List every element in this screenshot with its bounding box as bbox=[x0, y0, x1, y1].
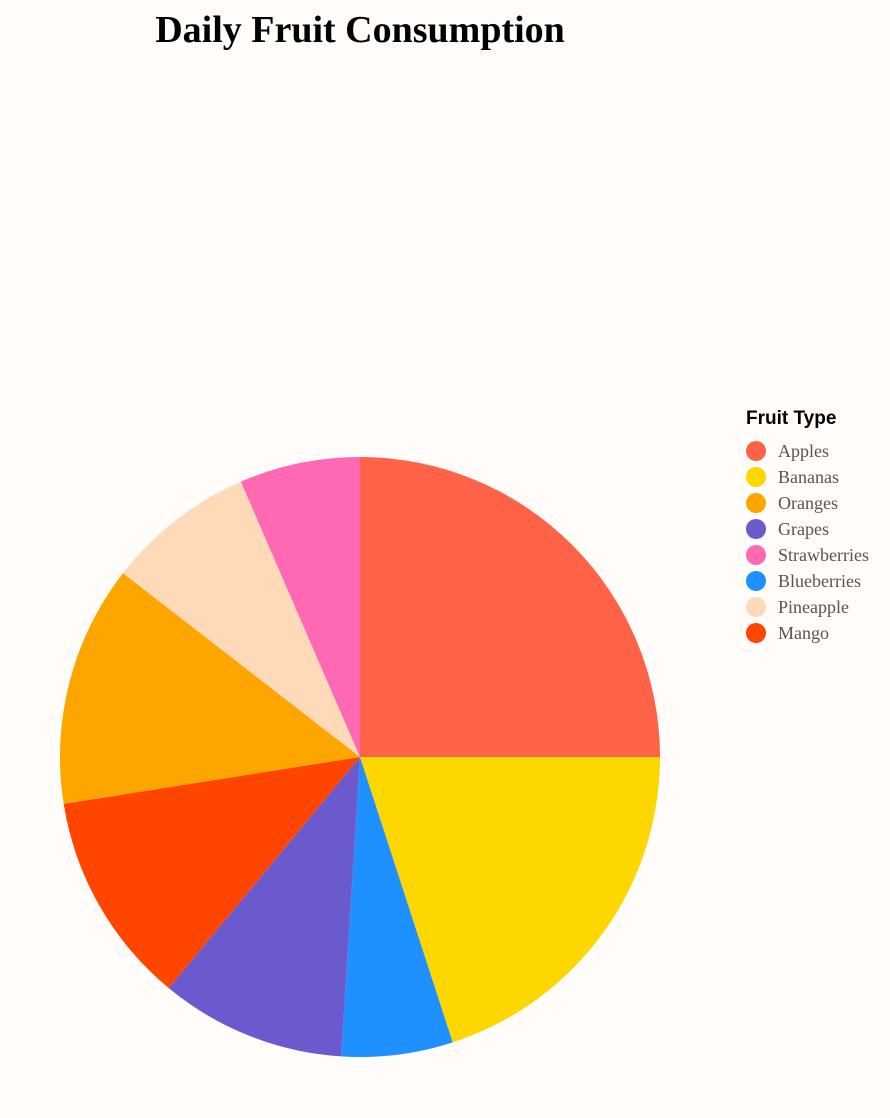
legend-label: Mango bbox=[778, 622, 829, 643]
legend-item-pineapple: Pineapple bbox=[746, 594, 869, 620]
legend-item-grapes: Grapes bbox=[746, 516, 869, 542]
legend: Fruit Type Apples Bananas Oranges Grapes Str… bbox=[746, 406, 869, 646]
legend-swatch bbox=[746, 519, 766, 539]
legend-swatch bbox=[746, 493, 766, 513]
legend-label: Bananas bbox=[778, 466, 839, 487]
legend-swatch bbox=[746, 571, 766, 591]
pie-slices bbox=[59, 457, 660, 1058]
legend-item-oranges: Oranges bbox=[746, 490, 869, 516]
legend-item-mango: Mango bbox=[746, 620, 869, 646]
legend-swatch bbox=[746, 597, 766, 617]
legend-label: Grapes bbox=[778, 518, 829, 539]
legend-item-bananas: Bananas bbox=[746, 464, 869, 490]
chart-page: Daily Fruit Consumption Fruit Type Apple… bbox=[0, 0, 890, 1118]
legend-label: Apples bbox=[778, 440, 829, 461]
legend-swatch bbox=[746, 545, 766, 565]
legend-item-apples: Apples bbox=[746, 438, 869, 464]
pie-chart bbox=[59, 457, 660, 1058]
legend-label: Blueberries bbox=[778, 570, 861, 591]
legend-label: Oranges bbox=[778, 492, 838, 513]
legend-label: Pineapple bbox=[778, 596, 849, 617]
legend-item-strawberries: Strawberries bbox=[746, 542, 869, 568]
legend-label: Strawberries bbox=[778, 544, 869, 565]
legend-swatch bbox=[746, 623, 766, 643]
pie-slice-apples bbox=[360, 457, 660, 757]
legend-item-blueberries: Blueberries bbox=[746, 568, 869, 594]
legend-swatch bbox=[746, 467, 766, 487]
legend-items: Apples Bananas Oranges Grapes Strawberries Bl… bbox=[746, 438, 869, 646]
legend-title: Fruit Type bbox=[746, 408, 837, 429]
legend-swatch bbox=[746, 441, 766, 461]
